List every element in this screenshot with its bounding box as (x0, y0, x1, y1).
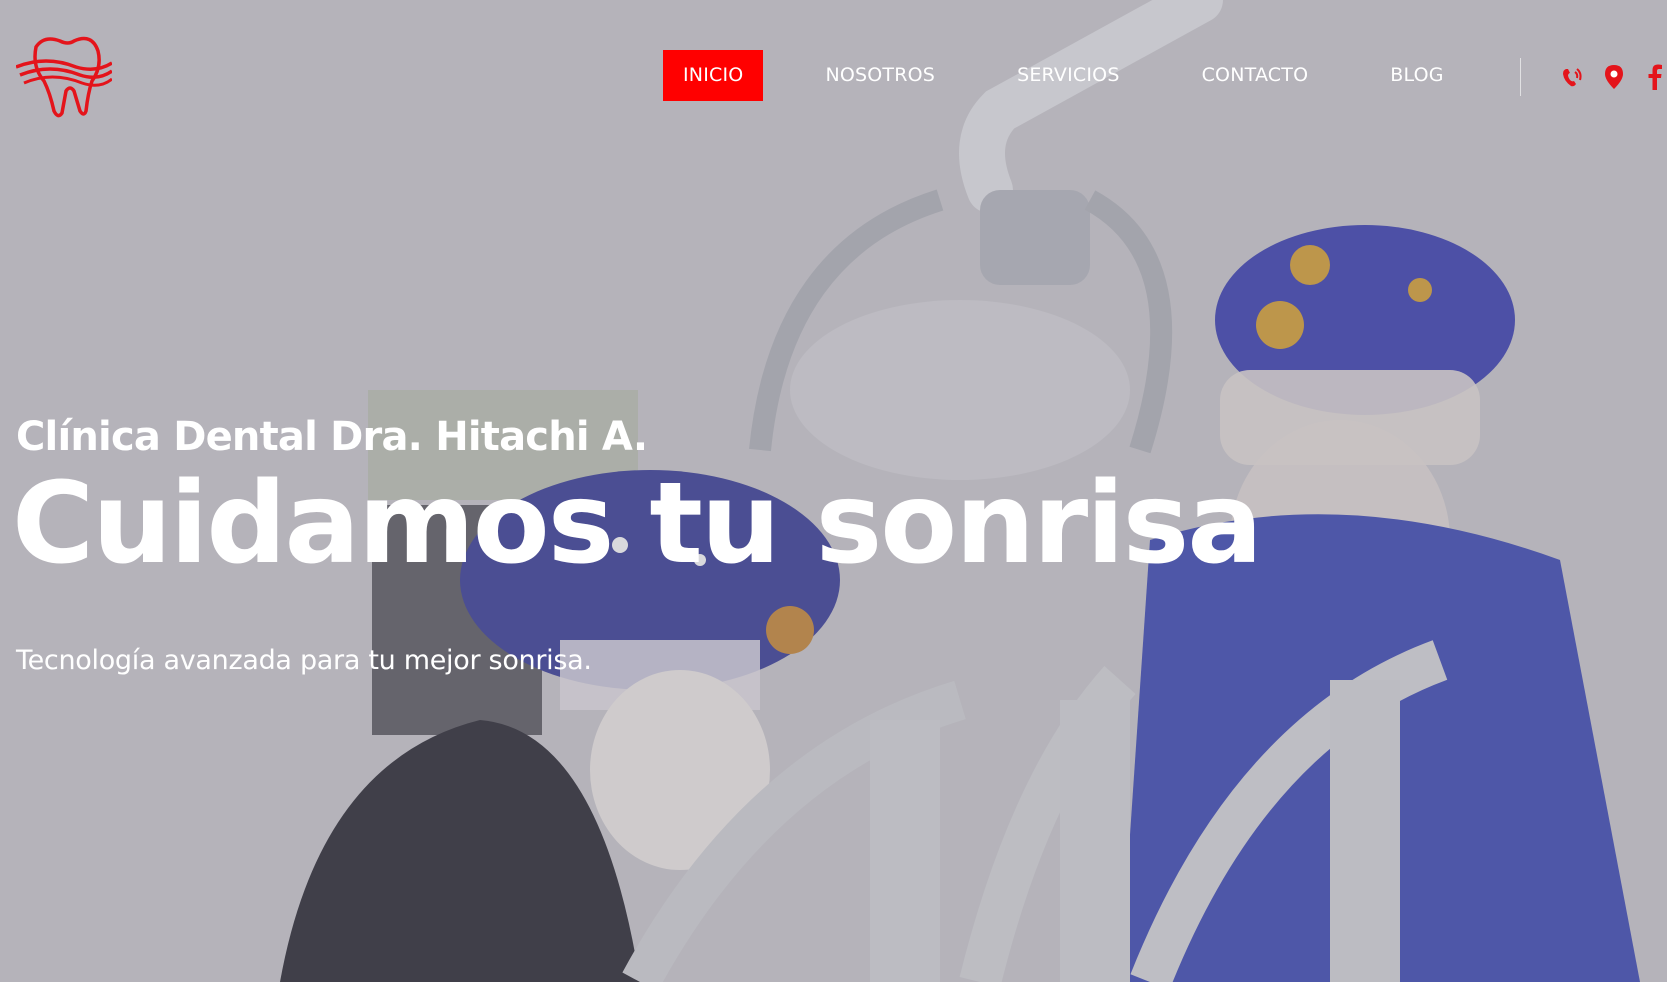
tooth-logo-icon[interactable] (16, 33, 112, 119)
hero-subtitle: Clínica Dental Dra. Hitachi A. (16, 414, 648, 460)
hero-section: INICIO NOSOTROS SERVICIOS CONTACTO BLOG (0, 0, 1667, 982)
hero-title: Cuidamos tu sonrisa (12, 459, 1263, 589)
phone-icon[interactable] (1560, 64, 1584, 90)
site-header: INICIO NOSOTROS SERVICIOS CONTACTO BLOG (0, 0, 1667, 150)
nav-item-blog[interactable]: BLOG (1370, 50, 1463, 101)
main-nav: INICIO NOSOTROS SERVICIOS CONTACTO BLOG (663, 50, 1506, 101)
nav-item-inicio[interactable]: INICIO (663, 50, 764, 101)
nav-divider (1520, 58, 1521, 96)
nav-item-nosotros[interactable]: NOSOTROS (805, 50, 955, 101)
nav-item-servicios[interactable]: SERVICIOS (997, 50, 1140, 101)
hero-tagline: Tecnología avanzada para tu mejor sonris… (16, 645, 592, 676)
facebook-icon[interactable] (1648, 64, 1667, 90)
social-links (1560, 64, 1667, 90)
location-pin-icon[interactable] (1604, 64, 1628, 90)
nav-item-contacto[interactable]: CONTACTO (1182, 50, 1329, 101)
